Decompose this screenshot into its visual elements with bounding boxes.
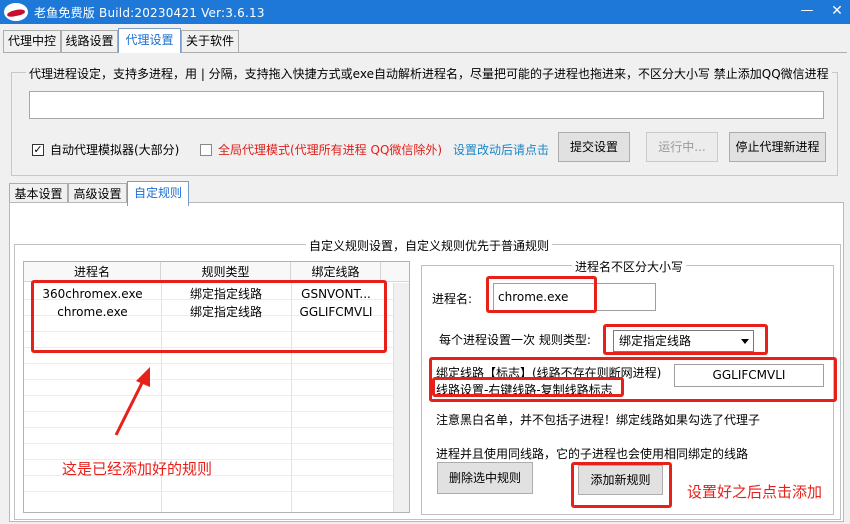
row-divider <box>24 443 409 444</box>
row-divider <box>24 491 409 492</box>
minimize-button[interactable]: — <box>796 1 818 21</box>
window-title: 老鱼免费版 Build:20230421 Ver:3.6.13 <box>34 6 265 20</box>
annotation-box-rules <box>31 280 387 353</box>
running-button[interactable]: 运行中... <box>646 132 718 162</box>
checkbox-unchecked-icon <box>200 143 212 156</box>
row-divider <box>24 411 409 412</box>
table-scrollbar[interactable] <box>393 283 409 512</box>
column-header-bind-line[interactable]: 绑定线路 <box>291 262 381 282</box>
custom-rules-legend: 自定义规则设置，自定义规则优先于普通规则 <box>306 237 553 254</box>
process-rule-legend: 进程名不区分大小写 <box>572 258 687 275</box>
table-header: 进程名 规则类型 绑定线路 <box>24 262 409 282</box>
process-input[interactable] <box>29 91 824 119</box>
column-header-process[interactable]: 进程名 <box>24 262 161 282</box>
tab-line-settings[interactable]: 线路设置 <box>61 30 118 52</box>
stop-proxy-new-process-button[interactable]: 停止代理新进程 <box>729 132 826 162</box>
annotation-box-bind-hint <box>432 377 624 397</box>
row-divider <box>24 427 409 428</box>
annotation-box-add-button <box>571 462 672 508</box>
annotation-box-rule-type <box>603 324 768 355</box>
row-divider <box>24 379 409 380</box>
process-group-legend: 代理进程设定，支持多进程，用 | 分隔，支持拖入快捷方式或exe自动解析进程名，… <box>26 65 832 82</box>
row-divider <box>24 395 409 396</box>
checkbox-checked-icon: ✓ <box>32 142 44 156</box>
submit-settings-button[interactable]: 提交设置 <box>558 132 630 162</box>
global-mode-label: 全局代理模式(代理所有进程 QQ微信除外) <box>218 143 443 157</box>
subtab-custom-rules[interactable]: 自定规则 <box>127 181 189 206</box>
annotation-arrow-icon <box>114 367 150 436</box>
auto-proxy-emulator-checkbox[interactable]: ✓ 自动代理模拟器(大部分) <box>32 141 179 158</box>
annotation-right-text: 设置好之后点击添加 <box>687 483 823 501</box>
tab-proxy-control[interactable]: 代理中控 <box>3 30 61 52</box>
annotation-left-text: 这是已经添加好的规则 <box>62 460 213 478</box>
delete-selected-rule-button[interactable]: 删除选中规则 <box>437 462 533 494</box>
settings-change-hint: 设置改动后请点击 <box>453 143 550 157</box>
tab-proxy-settings[interactable]: 代理设置 <box>118 28 181 53</box>
close-button[interactable]: ✕ <box>826 1 848 21</box>
title-bar[interactable]: 老鱼免费版 Build:20230421 Ver:3.6.13 — ✕ <box>0 0 850 24</box>
column-header-rule-type[interactable]: 规则类型 <box>161 262 291 282</box>
row-divider <box>24 363 409 364</box>
tab-about[interactable]: 关于软件 <box>181 30 239 52</box>
rule-type-label: 每个进程设置一次 规则类型: <box>439 333 591 347</box>
annotation-box-process <box>486 276 597 313</box>
process-name-label: 进程名: <box>432 292 473 306</box>
note-line-1: 注意黑白名单，并不包括子进程！绑定线路如果勾选了代理子 <box>436 413 761 427</box>
auto-proxy-label: 自动代理模拟器(大部分) <box>50 143 180 157</box>
app-logo-icon <box>4 3 28 21</box>
global-proxy-mode-checkbox[interactable]: 全局代理模式(代理所有进程 QQ微信除外) <box>200 141 442 158</box>
note-line-2: 进程并且使用同线路，它的子进程也会使用相同绑定的线路 <box>436 447 749 461</box>
